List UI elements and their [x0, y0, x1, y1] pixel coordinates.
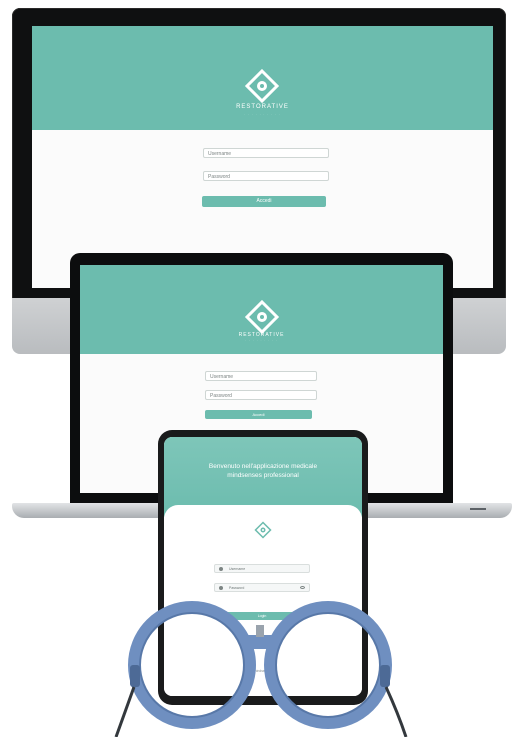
desktop-screen: RESTORATIVE · · · · · · · · · · Username…	[32, 26, 493, 288]
desktop-header: RESTORATIVE · · · · · · · · · ·	[32, 26, 493, 130]
glasses-bridge	[242, 635, 278, 649]
laptop-indicator	[470, 508, 486, 510]
laptop-header: RESTORATIVE · · · · · · · · ·	[80, 265, 443, 354]
desktop-brand-tagline: · · · · · · · · · ·	[244, 112, 281, 116]
tablet-password-input[interactable]: Password	[214, 583, 310, 592]
desktop-username-input[interactable]: Username	[203, 148, 329, 158]
brand-logo-icon	[244, 299, 280, 335]
laptop-username-input[interactable]: Username	[205, 371, 317, 381]
lock-icon	[219, 586, 223, 590]
eye-icon[interactable]	[300, 586, 305, 589]
welcome-line-2: mindsenses professional	[227, 472, 299, 479]
laptop-brand-tagline: · · · · · · · · ·	[245, 338, 278, 342]
desktop-password-input[interactable]: Password	[203, 171, 329, 181]
user-icon	[219, 567, 223, 571]
desktop-brand-name: RESTORATIVE	[236, 104, 289, 110]
desktop-login-button[interactable]: Accedi	[202, 196, 326, 207]
brand-logo-icon	[244, 68, 280, 104]
right-lens-rim	[264, 601, 392, 729]
tablet-welcome-text: Benvenuto nell'applicazione medicale min…	[174, 462, 352, 480]
laptop-login-button[interactable]: Accedi	[205, 410, 312, 419]
smart-glasses	[114, 601, 408, 737]
tablet-username-value: Username	[229, 567, 246, 571]
tablet-password-value: Password	[229, 586, 245, 590]
brand-logo-icon	[254, 521, 272, 539]
tablet-username-input[interactable]: Username	[214, 564, 310, 573]
welcome-line-1: Benvenuto nell'applicazione medicale	[208, 463, 318, 470]
laptop-password-input[interactable]: Password	[205, 390, 317, 400]
left-lens-rim	[128, 601, 256, 729]
